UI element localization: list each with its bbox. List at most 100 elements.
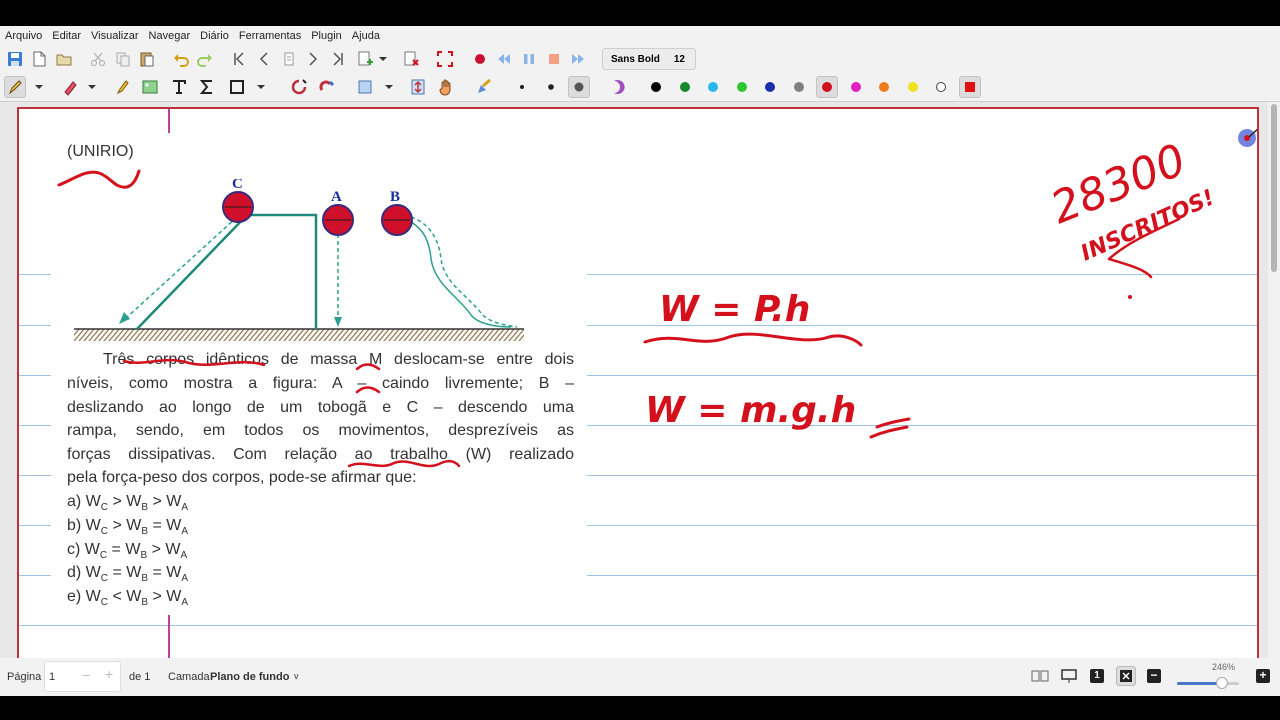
pen-dropdown-icon[interactable]: [32, 76, 46, 98]
zoom-out-icon[interactable]: −: [1147, 669, 1161, 683]
dual-page-icon[interactable]: [1031, 669, 1049, 683]
presentation-icon[interactable]: [1060, 668, 1078, 684]
save-icon[interactable]: [4, 48, 26, 70]
menu-bar: Arquivo Editar Visualizar Navegar Diário…: [0, 26, 1280, 46]
menu-ferramentas[interactable]: Ferramentas: [239, 30, 301, 42]
previous-page-icon[interactable]: [253, 48, 275, 70]
color-green-icon[interactable]: [674, 76, 696, 98]
delete-page-icon[interactable]: [400, 48, 422, 70]
color-black-icon[interactable]: [645, 76, 667, 98]
zoom-100-icon[interactable]: 1: [1090, 669, 1104, 683]
next-page-icon[interactable]: [302, 48, 324, 70]
xournal-window: Arquivo Editar Visualizar Navegar Diário…: [0, 0, 1280, 720]
font-selector[interactable]: Sans Bold 12: [602, 48, 696, 70]
undo-icon[interactable]: [170, 48, 192, 70]
zoom-slider-handle[interactable]: [1216, 677, 1228, 689]
stop-icon[interactable]: [543, 48, 565, 70]
snap-tool-icon[interactable]: [316, 76, 338, 98]
thick-size-icon[interactable]: [568, 76, 590, 98]
ink-layer: 28300 INSCRITOS! W = P.h W = m.g.h: [57, 134, 1218, 468]
formula-work-mgh: W = m.g.h: [645, 390, 856, 431]
new-page-icon[interactable]: [354, 48, 376, 70]
vertical-space-icon[interactable]: [407, 76, 429, 98]
image-tool-icon[interactable]: [139, 76, 161, 98]
zoom-slider[interactable]: [1177, 677, 1239, 689]
layer-selector[interactable]: Plano de fundo: [210, 671, 289, 683]
page-label: Página: [7, 671, 42, 683]
zoom-in-icon[interactable]: +: [1256, 669, 1270, 683]
underline-source: [57, 169, 141, 189]
page-of-label: de 1: [129, 671, 151, 683]
scrollbar-thumb[interactable]: [1271, 104, 1277, 272]
vertical-scrollbar[interactable]: [1268, 102, 1280, 658]
page-number-value: 1: [49, 671, 56, 683]
menu-plugin[interactable]: Plugin: [311, 30, 342, 42]
highlighter-tool-icon[interactable]: [111, 76, 133, 98]
hand-tool-icon[interactable]: [435, 76, 457, 98]
goto-page-icon[interactable]: [278, 48, 300, 70]
top-black-bar: [0, 0, 1280, 26]
underline-caindo: [355, 386, 381, 394]
main-toolbar: Sans Bold 12: [0, 46, 1280, 73]
color-light-blue-icon[interactable]: [702, 76, 724, 98]
shape-tool-icon[interactable]: [226, 76, 248, 98]
select-dropdown-icon[interactable]: [382, 76, 396, 98]
color-white-icon[interactable]: [930, 76, 952, 98]
color-red-icon[interactable]: [816, 76, 838, 98]
fill-tool-icon[interactable]: [606, 76, 628, 98]
new-document-icon[interactable]: [28, 48, 50, 70]
menu-arquivo[interactable]: Arquivo: [5, 30, 42, 42]
underline-m: [355, 363, 381, 371]
shape-dropdown-icon[interactable]: [254, 76, 268, 98]
text-tool-icon[interactable]: [168, 76, 190, 98]
new-page-dropdown-icon[interactable]: [376, 48, 390, 70]
paste-icon[interactable]: [136, 48, 158, 70]
menu-navegar[interactable]: Navegar: [149, 30, 191, 42]
copy-icon[interactable]: [112, 48, 134, 70]
latex-tool-icon[interactable]: [196, 76, 218, 98]
color-gray-icon[interactable]: [788, 76, 810, 98]
font-name: Sans Bold: [611, 53, 660, 65]
page-number-input[interactable]: 1 − +: [44, 661, 121, 692]
eraser-tool-icon[interactable]: [58, 76, 80, 98]
select-rect-icon[interactable]: [354, 76, 376, 98]
menu-visualizar[interactable]: Visualizar: [91, 30, 139, 42]
layer-label: Camada: [168, 671, 210, 683]
open-folder-icon[interactable]: [53, 48, 75, 70]
underline-h: [869, 417, 911, 439]
ruler-tool-icon[interactable]: [288, 76, 310, 98]
cut-icon[interactable]: [87, 48, 109, 70]
ink-dot: [1128, 295, 1132, 299]
medium-size-icon[interactable]: [540, 76, 562, 98]
rewind-icon[interactable]: [493, 48, 515, 70]
pen-tool-icon[interactable]: [4, 76, 26, 98]
color-orange-icon[interactable]: [873, 76, 895, 98]
layer-dropdown-icon[interactable]: v: [294, 671, 299, 681]
zoom-level: 246%: [1212, 662, 1236, 672]
color-custom-icon[interactable]: [959, 76, 981, 98]
color-blue-icon[interactable]: [759, 76, 781, 98]
color-yellow-icon[interactable]: [902, 76, 924, 98]
fullscreen-icon[interactable]: [434, 48, 456, 70]
color-light-green-icon[interactable]: [731, 76, 753, 98]
color-magenta-icon[interactable]: [845, 76, 867, 98]
canvas-area[interactable]: (UNIRIO) C A B Três corpos idênticos de …: [0, 102, 1280, 667]
zoom-fit-icon[interactable]: [1116, 666, 1136, 686]
menu-editar[interactable]: Editar: [52, 30, 81, 42]
last-page-icon[interactable]: [327, 48, 349, 70]
menu-ajuda[interactable]: Ajuda: [352, 30, 380, 42]
underline-corpos-identicos: [122, 358, 266, 367]
document-page[interactable]: (UNIRIO) C A B Três corpos idênticos de …: [17, 107, 1259, 667]
redo-icon[interactable]: [194, 48, 216, 70]
first-page-icon[interactable]: [228, 48, 250, 70]
pause-icon[interactable]: [518, 48, 540, 70]
eraser-dropdown-icon[interactable]: [85, 76, 99, 98]
formula-work-weight: W = P.h: [659, 289, 810, 330]
minus-icon[interactable]: −: [82, 667, 90, 683]
default-tool-icon[interactable]: [473, 76, 495, 98]
fine-size-icon[interactable]: [511, 76, 533, 98]
plus-icon[interactable]: +: [105, 666, 113, 682]
record-icon[interactable]: [469, 48, 491, 70]
menu-diario[interactable]: Diário: [200, 30, 229, 42]
fast-forward-icon[interactable]: [567, 48, 589, 70]
